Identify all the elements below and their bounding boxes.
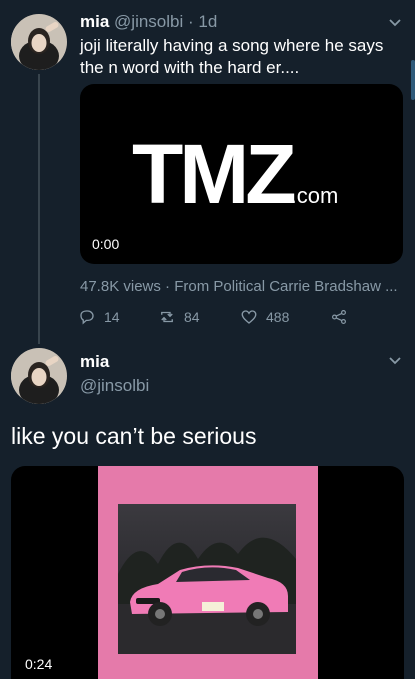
share-icon bbox=[332, 310, 346, 324]
handle[interactable]: @jinsolbi bbox=[80, 376, 149, 396]
album-cover bbox=[98, 466, 318, 679]
scroll-indicator[interactable] bbox=[411, 60, 415, 100]
timestamp[interactable]: 1d bbox=[198, 12, 217, 31]
reply-count: 14 bbox=[104, 309, 120, 325]
like-count: 488 bbox=[266, 309, 290, 325]
share-button[interactable] bbox=[330, 308, 348, 326]
video-player[interactable]: 0:24 bbox=[11, 466, 404, 679]
display-name[interactable]: mia bbox=[80, 352, 109, 372]
tweet-text: joji literally having a song where he sa… bbox=[80, 35, 410, 79]
reply-button[interactable]: 14 bbox=[78, 308, 120, 326]
retweet-count: 84 bbox=[184, 309, 200, 325]
logo-suffix: .com bbox=[290, 183, 339, 208]
logo-text: TMZ bbox=[132, 127, 297, 221]
separator: · bbox=[188, 12, 194, 31]
tmz-logo: TMZ.com bbox=[132, 126, 340, 223]
like-button[interactable]: 488 bbox=[240, 308, 289, 326]
avatar[interactable] bbox=[11, 14, 67, 70]
chevron-down-icon[interactable] bbox=[386, 352, 404, 370]
avatar-photo bbox=[11, 14, 67, 70]
avatar-photo bbox=[11, 348, 67, 404]
retweet-icon bbox=[161, 311, 173, 323]
tweet-text: like you can’t be serious bbox=[11, 423, 257, 449]
avatar[interactable] bbox=[11, 348, 67, 404]
reply-icon bbox=[80, 310, 94, 325]
car-photo bbox=[118, 504, 296, 654]
video-meta[interactable]: 47.8K views · From Political Carrie Brad… bbox=[80, 278, 410, 295]
thread-line bbox=[38, 74, 40, 344]
heart-icon bbox=[241, 310, 257, 324]
tweet-actions: 14 84 488 bbox=[78, 308, 378, 330]
chevron-down-icon[interactable] bbox=[386, 14, 404, 32]
video-timestamp: 0:24 bbox=[19, 654, 59, 674]
tweet-text-line: the n word with the hard er.... bbox=[80, 58, 300, 77]
tweet-text-line: joji literally having a song where he sa… bbox=[80, 36, 384, 55]
handle[interactable]: @jinsolbi bbox=[114, 12, 183, 31]
tweet-header: mia @jinsolbi · 1d bbox=[80, 12, 217, 32]
retweet-button[interactable]: 84 bbox=[158, 308, 200, 326]
display-name[interactable]: mia bbox=[80, 12, 109, 31]
video-timestamp: 0:00 bbox=[86, 234, 126, 254]
video-player[interactable]: TMZ.com 0:00 bbox=[80, 84, 403, 264]
